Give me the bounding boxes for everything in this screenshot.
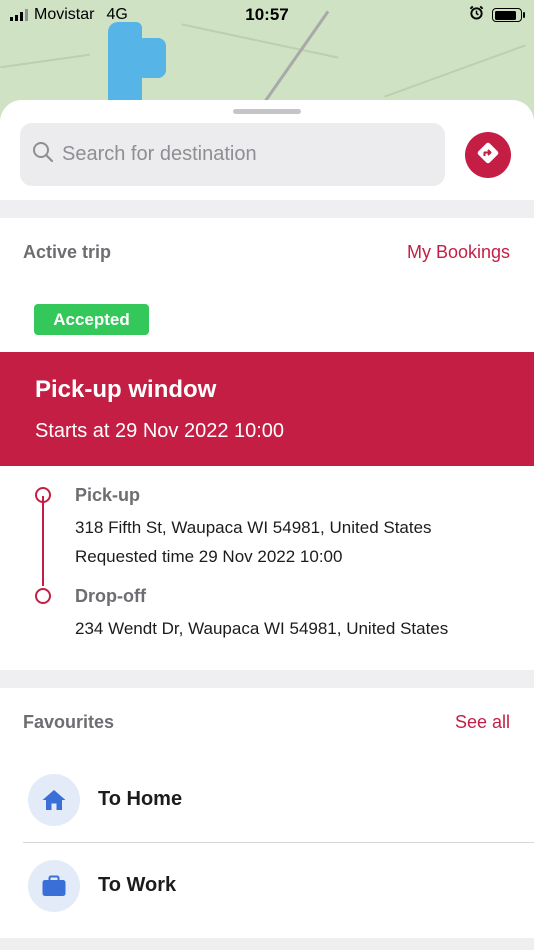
sheet-grabber[interactable] xyxy=(233,109,301,114)
favourite-label: To Home xyxy=(98,788,183,810)
pickup-window-banner: Pick-up window Starts at 29 Nov 2022 10:… xyxy=(0,352,534,466)
see-all-link[interactable]: See all xyxy=(455,712,510,733)
pickup-address: 318 Fifth St, Waupaca WI 54981, United S… xyxy=(75,518,432,537)
directions-button[interactable] xyxy=(465,132,511,178)
favourite-label: To Work xyxy=(98,874,177,896)
pickup-label: Pick-up xyxy=(75,485,141,505)
dropoff-address: 234 Wendt Dr, Waupaca WI 54981, United S… xyxy=(75,619,449,638)
my-bookings-link[interactable]: My Bookings xyxy=(407,242,510,263)
pickup-requested-time: Requested time 29 Nov 2022 10:00 xyxy=(75,547,343,566)
bottom-sheet: Active trip My Bookings Accepted Pick-up… xyxy=(0,100,534,950)
search-bar[interactable] xyxy=(20,123,445,186)
status-badge: Accepted xyxy=(34,304,149,335)
map-lake xyxy=(136,38,166,78)
pickup-window-title: Pick-up window xyxy=(35,376,217,403)
directions-icon xyxy=(475,140,501,171)
active-trip-title: Active trip xyxy=(23,242,112,262)
briefcase-icon xyxy=(28,860,80,912)
map-trail xyxy=(384,44,526,98)
favourites-card: Favourites See all To Home To Work xyxy=(0,688,534,938)
dropoff-label: Drop-off xyxy=(75,586,146,606)
clock: 10:57 xyxy=(245,5,289,24)
search-input[interactable] xyxy=(62,143,422,166)
pickup-window-start: Starts at 29 Nov 2022 10:00 xyxy=(35,420,285,442)
alarm-icon xyxy=(469,5,484,25)
search-icon xyxy=(32,141,54,168)
dropoff-marker-icon xyxy=(35,588,51,604)
status-bar: Movistar 4G 10:57 xyxy=(0,0,534,30)
search-card xyxy=(0,100,534,200)
favourite-item-home[interactable]: To Home xyxy=(0,757,534,843)
map-trail xyxy=(0,53,90,69)
battery-icon xyxy=(492,8,525,22)
favourites-title: Favourites xyxy=(23,712,115,732)
active-trip-card[interactable]: Active trip My Bookings Accepted Pick-up… xyxy=(0,218,534,670)
route-line xyxy=(42,496,44,586)
favourite-item-work[interactable]: To Work xyxy=(0,843,534,929)
home-icon xyxy=(28,774,80,826)
